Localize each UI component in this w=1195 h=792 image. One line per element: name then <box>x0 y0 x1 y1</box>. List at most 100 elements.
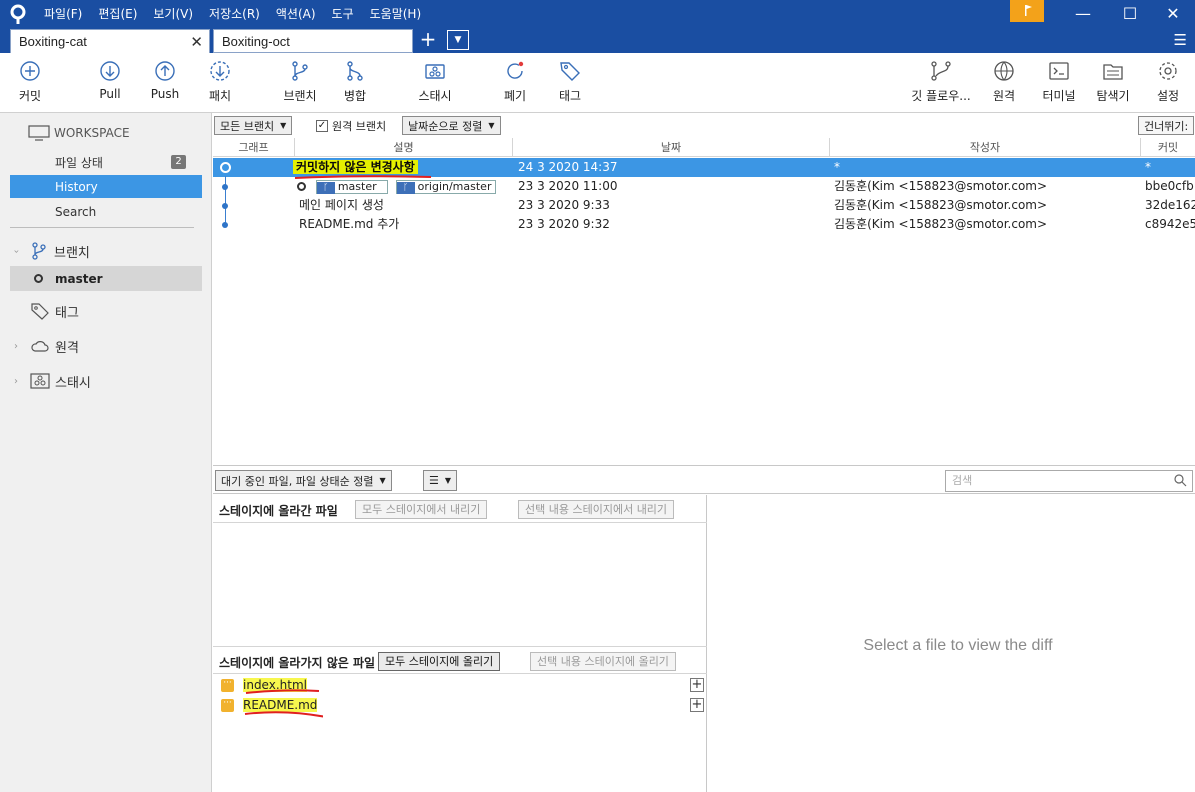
ref-label: origin/master <box>417 179 492 193</box>
gitflow-button[interactable]: 깃 플로우... <box>906 59 976 104</box>
pull-icon <box>100 61 120 81</box>
menu-help[interactable]: 도움말(H) <box>362 5 430 22</box>
stash-label: 스태시 <box>418 89 452 103</box>
menu-view[interactable]: 보기(V) <box>145 5 201 22</box>
modified-icon: ··· <box>221 699 234 712</box>
folder-icon <box>1103 64 1123 80</box>
menu-actions[interactable]: 액션(A) <box>268 5 324 22</box>
unstage-selected-button[interactable]: 선택 내용 스테이지에서 내리기 <box>518 500 675 519</box>
caret-down-icon: ▼ <box>379 476 386 485</box>
row-date: 23 3 2020 11:00 <box>518 179 618 193</box>
history-label: History <box>55 179 98 194</box>
remote-branches-label: 원격 브랜치 <box>332 120 387 133</box>
view-mode-dropdown[interactable]: ☰ ▼ <box>423 470 458 491</box>
merge-button[interactable]: 병합 <box>323 59 387 104</box>
chevron-down-icon: › <box>10 249 22 253</box>
settings-label: 설정 <box>1156 89 1180 103</box>
hamburger-menu-icon[interactable]: ☰ <box>1174 31 1187 49</box>
file-search-input[interactable]: 검색 <box>945 470 1193 492</box>
settings-button[interactable]: 설정 <box>1136 59 1195 104</box>
sidebar-item-history[interactable]: History <box>10 175 202 198</box>
table-row[interactable]: README.md 추가 23 3 2020 9:32 김동훈(Kim <158… <box>213 215 1195 234</box>
tag-icon <box>560 62 580 81</box>
stage-all-button[interactable]: 모두 스테이지에 올리기 <box>378 652 501 671</box>
menu-file[interactable]: 파일(F) <box>36 5 90 22</box>
stage-selected-button[interactable]: 선택 내용 스테이지에 올리기 <box>530 652 676 671</box>
branch-ref-origin-master[interactable]: ᚴ origin/master <box>395 179 496 194</box>
title-bar: 파일(F) 편집(E) 보기(V) 저장소(R) 액션(A) 도구 도움말(H)… <box>0 0 1195 27</box>
push-icon <box>155 61 175 81</box>
history-filter-bar: 모든 브랜치 ▼ ✓ 원격 브랜치 날짜순으로 정렬 ▼ 건너뛰기: <box>213 114 1195 137</box>
col-author[interactable]: 작성자 <box>830 138 1141 157</box>
sidebar-item-master[interactable]: master <box>10 266 202 291</box>
tag-button[interactable]: 태그 <box>538 59 602 104</box>
fetch-button[interactable]: 패치 <box>188 59 252 104</box>
sidebar-item-file-status[interactable]: 파일 상태 2 <box>10 151 202 174</box>
remote-branches-checkbox[interactable]: ✓ 원격 브랜치 <box>316 118 386 134</box>
caret-down-icon: ▼ <box>280 121 287 130</box>
unstaged-header: 스테이지에 올라가지 않은 파일 모두 스테이지에 올리기 선택 내용 스테이지… <box>213 646 707 674</box>
close-window-button[interactable]: ✕ <box>1150 0 1195 27</box>
terminal-icon <box>1049 62 1069 80</box>
add-tab-icon[interactable]: + <box>418 29 438 50</box>
workspace-label: WORKSPACE <box>54 126 130 140</box>
sidebar-group-stashes[interactable]: › 스태시 <box>10 369 202 393</box>
workspace-header: WORKSPACE <box>28 123 130 143</box>
table-row[interactable]: ᚴ master ᚴ origin/master 23 3 2020 11:00 김… <box>213 177 1195 196</box>
jump-to-label: 건너뛰기: <box>1144 119 1189 133</box>
remotes-label: 원격 <box>55 340 79 356</box>
search-label: Search <box>55 204 97 219</box>
search-icon <box>1174 474 1187 487</box>
stash-icon <box>30 373 50 389</box>
tab-boxiting-cat[interactable]: Boxiting-cat ✕ <box>10 29 210 53</box>
col-commit[interactable]: 커밋 <box>1141 138 1195 157</box>
file-status-pane: 스테이지에 올라간 파일 모두 스테이지에서 내리기 선택 내용 스테이지에서 … <box>213 495 707 792</box>
flag-button[interactable] <box>1010 0 1044 22</box>
jump-to-button[interactable]: 건너뛰기: <box>1138 116 1195 135</box>
merge-icon <box>347 61 363 81</box>
cloud-icon <box>31 341 49 352</box>
sidebar-group-branches[interactable]: › 브랜치 <box>10 239 202 263</box>
stage-file-icon[interactable]: + <box>690 698 704 712</box>
sidebar-item-search[interactable]: Search <box>10 200 202 223</box>
staged-file-list <box>213 524 707 643</box>
toolbar: 커밋 Pull Push 패치 브랜치 병합 스태시 폐기 태그 깃 플로우..… <box>0 53 1195 113</box>
maximize-button[interactable]: ☐ <box>1107 0 1153 27</box>
tab-boxiting-oct[interactable]: Boxiting-oct <box>213 29 413 53</box>
tab-close-icon[interactable]: ✕ <box>190 33 203 51</box>
graph-node <box>222 184 228 190</box>
modified-icon: ··· <box>221 679 234 692</box>
col-description[interactable]: 설명 <box>295 138 513 157</box>
red-underline-annotation <box>244 689 323 718</box>
col-graph[interactable]: 그래프 <box>213 138 295 157</box>
globe-icon <box>994 61 1014 81</box>
branch-ref-master[interactable]: ᚴ master <box>315 179 388 194</box>
menu-repository[interactable]: 저장소(R) <box>201 5 268 22</box>
sidebar-group-tags[interactable]: 태그 <box>10 299 202 323</box>
uncommitted-node-icon <box>220 162 231 173</box>
graph-node <box>222 203 228 209</box>
stash-button[interactable]: 스태시 <box>403 59 467 104</box>
table-row[interactable]: 메인 페이지 생성 23 3 2020 9:33 김동훈(Kim <158823… <box>213 196 1195 215</box>
tag-icon <box>31 303 49 320</box>
unstaged-title: 스테이지에 올라가지 않은 파일 <box>219 656 376 670</box>
sidebar-group-remotes[interactable]: › 원격 <box>10 334 202 358</box>
tab-dropdown-icon[interactable]: ▼ <box>447 30 469 50</box>
sort-dropdown[interactable]: 날짜순으로 정렬 ▼ <box>402 116 501 135</box>
branch-filter-dropdown[interactable]: 모든 브랜치 ▼ <box>214 116 293 135</box>
menu-edit[interactable]: 편집(E) <box>90 5 145 22</box>
col-date[interactable]: 날짜 <box>513 138 830 157</box>
unstage-all-button[interactable]: 모두 스테이지에서 내리기 <box>355 500 488 519</box>
graph-node <box>222 222 228 228</box>
history-header: 그래프 설명 날짜 작성자 커밋 <box>213 138 1195 157</box>
branch-icon <box>32 242 46 260</box>
commit-button[interactable]: 커밋 <box>0 59 62 104</box>
menu-tools[interactable]: 도구 <box>324 5 362 22</box>
sourcetree-logo-icon <box>10 4 26 24</box>
commit-label: 커밋 <box>18 89 42 103</box>
stage-file-icon[interactable]: + <box>690 678 704 692</box>
minimize-button[interactable]: — <box>1060 0 1106 27</box>
staged-header: 스테이지에 올라간 파일 모두 스테이지에서 내리기 선택 내용 스테이지에서 … <box>213 495 707 523</box>
file-sort-dropdown[interactable]: 대기 중인 파일, 파일 상태순 정렬 ▼ <box>215 470 392 491</box>
row-refs: ᚴ master ᚴ origin/master <box>297 177 496 196</box>
